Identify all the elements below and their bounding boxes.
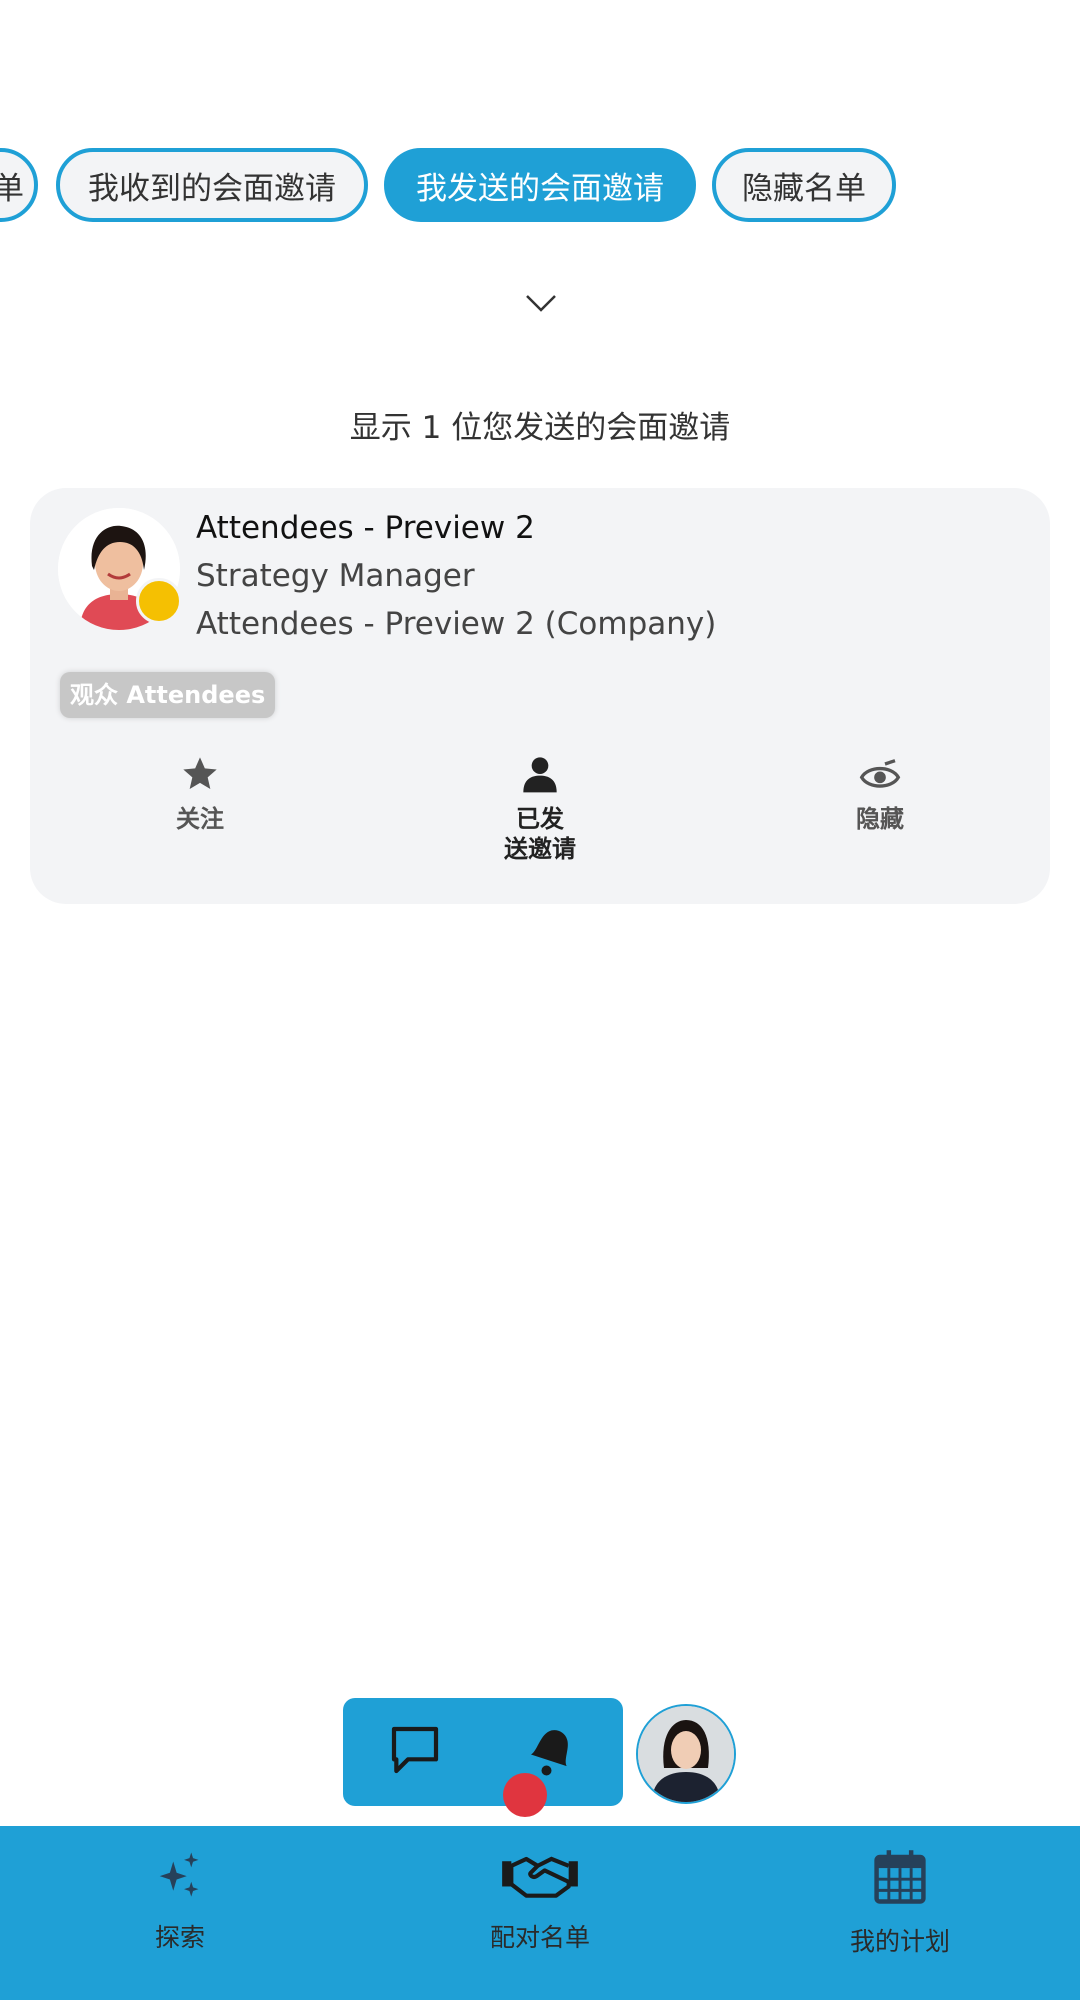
nav-my-plan[interactable]: 我的计划 [800,1848,1000,1958]
attendee-company: Attendees - Preview 2 (Company) [196,606,717,642]
person-icon [523,757,557,793]
notification-badge [503,1773,547,1817]
attendee-type-badge: 观众 Attendees [60,672,276,718]
user-avatar[interactable] [636,1704,736,1804]
hide-button[interactable]: 隐藏 [780,754,980,834]
attendee-job-title: Strategy Manager [196,558,475,594]
handshake-icon [502,1856,578,1898]
nav-explore[interactable]: 探索 [80,1848,280,1954]
filter-chip-label: 我收到的会面邀请 [88,170,336,207]
hide-label: 隐藏 [856,805,904,833]
follow-label: 关注 [176,805,224,833]
filter-chip-hidden[interactable]: 隐藏名单 [712,148,896,222]
attendee-name[interactable]: Attendees - Preview 2 [196,510,535,546]
status-indicator [136,578,182,624]
sparkles-icon [159,1852,199,1897]
bell-icon[interactable] [519,1718,579,1778]
filter-chip-received[interactable]: 我收到的会面邀请 [56,148,368,222]
filter-chip-sent[interactable]: 我发送的会面邀请 [384,148,696,222]
invite-sent-label-line1: 已发 [516,805,564,833]
attendee-avatar-wrap [58,508,182,630]
chevron-down-icon[interactable] [524,286,558,320]
user-avatar-photo [638,1706,734,1802]
star-icon [183,757,217,789]
follow-button[interactable]: 关注 [100,754,300,834]
filter-chip-partial[interactable]: 单 [0,148,38,222]
quick-actions-bar [343,1698,623,1806]
bottom-nav: 探索 配对名单 我的计划 [0,1826,1080,2000]
results-count: 显示 1 位您发送的会面邀请 [349,410,731,446]
filter-chip-label: 隐藏名单 [742,170,866,207]
invite-sent-label: 已发 送邀请 [440,804,640,864]
calendar-icon [874,1850,926,1904]
eye-icon [859,759,901,788]
nav-match-list[interactable]: 配对名单 [440,1848,640,1954]
chat-bubble-icon[interactable] [387,1722,443,1778]
filter-chips: 单 我收到的会面邀请 我发送的会面邀请 隐藏名单 [0,148,1080,228]
filter-chip-label: 我发送的会面邀请 [416,170,664,207]
nav-explore-label: 探索 [154,1923,205,1952]
invite-sent-button[interactable]: 已发 送邀请 [440,754,640,864]
attendee-card[interactable]: Attendees - Preview 2 Strategy Manager A… [30,488,1050,904]
filter-chip-label: 单 [0,163,24,208]
invite-sent-label-line2: 送邀请 [504,835,576,863]
nav-my-plan-label: 我的计划 [849,1927,950,1956]
nav-match-list-label: 配对名单 [489,1923,590,1952]
